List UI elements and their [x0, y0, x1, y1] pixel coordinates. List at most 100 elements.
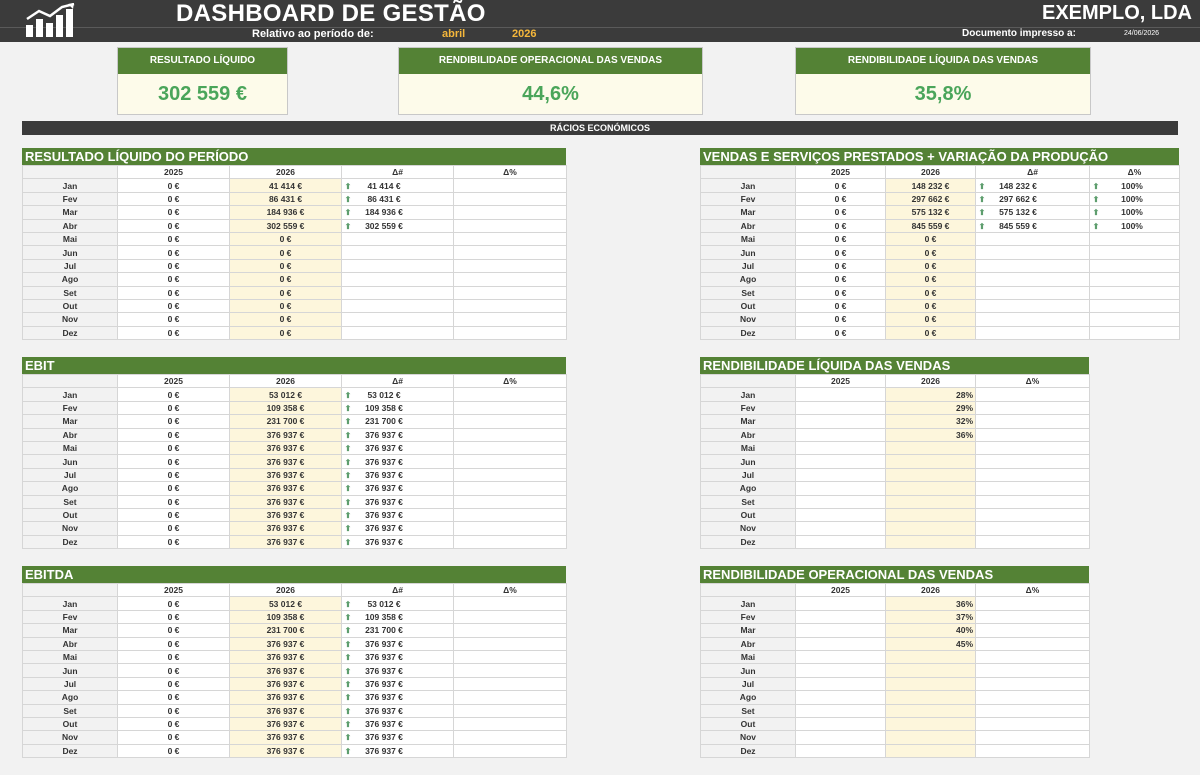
delta-abs: ⬆ 376 937 €: [341, 454, 454, 469]
value-2025: 0 €: [795, 245, 886, 260]
value-2026: 0 €: [229, 285, 342, 300]
printed-date: 24/06/2026: [1124, 30, 1160, 37]
value-2026: 0 €: [885, 298, 976, 314]
value-2025: [795, 414, 886, 429]
delta-value: 231 700 €: [365, 625, 403, 636]
period-year-select[interactable]: 2026: [512, 27, 536, 41]
delta-pct: [453, 414, 567, 429]
panel-rendibilidade-liquida: RENDIBILIDADE LÍQUIDA DAS VENDAS 2025 202…: [700, 357, 1090, 550]
value-2025: 0 €: [117, 414, 230, 429]
value-2025: 0 €: [117, 703, 230, 718]
value-2025: 0 €: [117, 609, 230, 625]
column-header: Δ%: [453, 582, 567, 598]
month-label: Jul: [700, 467, 796, 483]
month-label: Mar: [700, 205, 796, 220]
delta-abs: ⬆ 376 937 €: [341, 690, 454, 705]
table-row: Jul 0 €0 €: [22, 258, 567, 274]
month-label: Abr: [22, 427, 118, 442]
delta-value: 845 559 €: [999, 220, 1037, 231]
month-label: Ago: [700, 690, 796, 705]
table-row: Dez: [700, 534, 1090, 550]
month-label: Abr: [700, 636, 796, 651]
delta-pct: [975, 521, 1090, 536]
up-arrow-icon: ⬆: [344, 470, 352, 480]
up-arrow-icon: ⬆: [344, 733, 352, 743]
up-arrow-icon: ⬆: [1092, 221, 1100, 231]
period-label: Relativo ao período de:: [252, 28, 374, 40]
value-2026: 376 937 €: [229, 454, 342, 469]
value-2026: [885, 481, 976, 496]
up-arrow-icon: ⬆: [1092, 208, 1100, 218]
delta-pct: [975, 534, 1090, 550]
value-2025: 0 €: [117, 623, 230, 638]
value-2025: [795, 494, 886, 509]
delta-pct: [453, 649, 567, 665]
delta-abs: ⬆ 148 232 €: [975, 178, 1090, 193]
column-header: [700, 582, 796, 598]
delta-abs: [341, 298, 454, 314]
table-row: Set: [700, 494, 1090, 509]
delta-abs: [975, 245, 1090, 260]
value-2025: 0 €: [795, 258, 886, 274]
table-row: Mai 0 €376 937 € ⬆ 376 937 €: [22, 649, 567, 665]
value-2026: [885, 534, 976, 550]
delta-pct: [453, 636, 567, 651]
value-2025: [795, 467, 886, 483]
value-2025: [795, 440, 886, 456]
delta-abs: [975, 231, 1090, 247]
value-2026: [885, 521, 976, 536]
up-arrow-icon: ⬆: [344, 653, 352, 663]
delta-value: 376 937 €: [365, 732, 403, 743]
value-2026: 28%: [885, 387, 976, 402]
delta-abs: [975, 272, 1090, 287]
delta-value: 376 937 €: [365, 456, 403, 467]
kpi-rendibilidade-operacional: RENDIBILIDADE OPERACIONAL DAS VENDAS 44,…: [398, 47, 703, 115]
value-2025: 0 €: [117, 467, 230, 483]
up-arrow-icon: ⬆: [344, 444, 352, 454]
delta-abs: [341, 272, 454, 287]
up-arrow-icon: ⬆: [978, 221, 986, 231]
table-row: Set: [700, 703, 1090, 718]
value-2026: [885, 494, 976, 509]
month-label: Jun: [22, 663, 118, 678]
table-row: Mai: [700, 649, 1090, 665]
month-label: Jan: [700, 596, 796, 611]
delta-value: 376 937 €: [365, 443, 403, 454]
table-row: Dez 0 €376 937 € ⬆ 376 937 €: [22, 534, 567, 550]
month-label: Jun: [700, 454, 796, 469]
month-label: Mar: [700, 623, 796, 638]
delta-value: 41 414 €: [367, 180, 401, 191]
value-2025: [795, 730, 886, 745]
panel-title: RENDIBILIDADE LÍQUIDA DAS VENDAS: [700, 357, 1089, 374]
month-label: Set: [700, 703, 796, 718]
delta-abs: [975, 285, 1090, 300]
table-row: Dez 0 €0 €: [22, 325, 567, 341]
delta-pct: [975, 596, 1090, 611]
value-2026: 32%: [885, 414, 976, 429]
panel-ebit: EBIT 2025 2026 Δ# Δ% Jan 0 €53 012 € ⬆ 53 012 €…: [22, 357, 567, 550]
panel-resultado-liquido: RESULTADO LÍQUIDO DO PERÍODO 2025 2026 Δ# Δ…: [22, 148, 567, 341]
delta-value: 109 358 €: [365, 611, 403, 622]
value-2025: 0 €: [795, 231, 886, 247]
column-header: Δ%: [1089, 164, 1180, 180]
table-row: Jun: [700, 663, 1090, 678]
value-2026: [885, 730, 976, 745]
value-2025: 0 €: [117, 454, 230, 469]
column-header: 2026: [885, 373, 976, 389]
table-row: Abr 0 €845 559 € ⬆ 845 559 € ⬆ 100%: [700, 218, 1180, 233]
period-month-select[interactable]: abril: [442, 27, 465, 41]
delta-pct: [453, 507, 567, 523]
delta-abs: ⬆ 376 937 €: [341, 534, 454, 550]
delta-pct: [1089, 285, 1180, 300]
table-row: Abr 0 €302 559 € ⬆ 302 559 €: [22, 218, 567, 233]
up-arrow-icon: ⬆: [1092, 181, 1100, 191]
table-row: Mai: [700, 440, 1090, 456]
month-label: Mai: [22, 649, 118, 665]
up-arrow-icon: ⬆: [978, 194, 986, 204]
column-header: 2025: [117, 164, 230, 180]
month-label: Nov: [22, 730, 118, 745]
table-row: Nov: [700, 521, 1090, 536]
up-arrow-icon: ⬆: [344, 417, 352, 427]
chart-logo-icon: [26, 3, 75, 37]
value-2026: 0 €: [229, 245, 342, 260]
